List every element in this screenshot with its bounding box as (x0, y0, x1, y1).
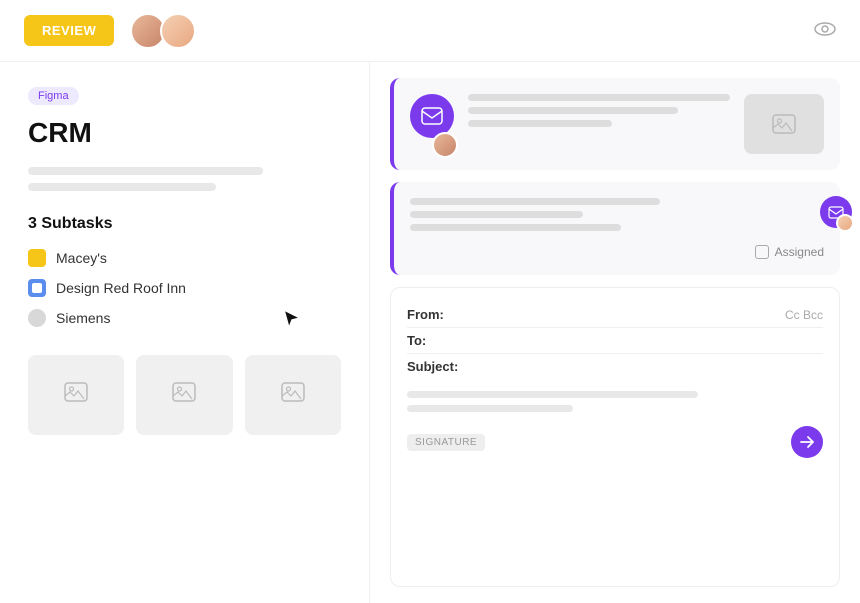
compose-body-line-2 (407, 405, 573, 412)
from-label: From: (407, 307, 467, 322)
email-line-1b (468, 107, 678, 114)
email-lines-1 (468, 94, 730, 127)
description-lines (28, 167, 341, 191)
left-panel: Figma CRM 3 Subtasks Macey's Design Red … (0, 62, 370, 603)
email2-line-3 (410, 224, 621, 231)
compose-subject-field[interactable]: Subject: (407, 354, 823, 379)
subtask-icon-blue (28, 279, 46, 297)
compose-area: From: Cc Bcc To: Subject: SIGNATURE (390, 287, 840, 587)
email-card-1 (390, 78, 840, 170)
image-icon-2 (172, 382, 196, 408)
compose-body-line-1 (407, 391, 698, 398)
image-grid (28, 355, 341, 435)
desc-line-1 (28, 167, 263, 175)
send-button[interactable] (791, 426, 823, 458)
subtask-item-redroof[interactable]: Design Red Roof Inn (28, 279, 341, 297)
avatar-2 (160, 13, 196, 49)
subject-label: Subject: (407, 359, 467, 374)
image-icon-1 (64, 382, 88, 408)
eye-icon[interactable] (814, 20, 836, 41)
subtask-icon-yellow (28, 249, 46, 267)
assigned-checkbox[interactable] (755, 245, 769, 259)
email2-line-1 (410, 198, 660, 205)
header: REVIEW (0, 0, 860, 62)
email2-avatar-photo (836, 214, 854, 232)
figma-badge: Figma (28, 87, 79, 105)
subtask-label-siemens: Siemens (56, 310, 110, 326)
image-icon-3 (281, 382, 305, 408)
subtask-item-siemens[interactable]: Siemens (28, 309, 341, 327)
desc-line-2 (28, 183, 216, 191)
email-line-1a (468, 94, 730, 101)
email-avatar-photo-1 (432, 132, 458, 158)
subtask-icon-gray (28, 309, 46, 327)
assigned-label: Assigned (775, 245, 824, 259)
compose-from-field: From: Cc Bcc (407, 302, 823, 328)
subtask-label-maceys: Macey's (56, 250, 107, 266)
signature-badge: SIGNATURE (407, 434, 485, 451)
subtask-label-redroof: Design Red Roof Inn (56, 280, 186, 296)
compose-footer: SIGNATURE (407, 426, 823, 458)
header-left: REVIEW (24, 13, 196, 49)
email-content-1 (468, 94, 730, 154)
project-title: CRM (28, 117, 341, 149)
email-image-1 (744, 94, 824, 154)
main: Figma CRM 3 Subtasks Macey's Design Red … (0, 62, 860, 603)
email2-avatar-wrap (820, 196, 852, 228)
subtasks-heading: 3 Subtasks (28, 215, 341, 233)
avatar-group (130, 13, 196, 49)
image-card-3 (245, 355, 341, 435)
compose-to-field[interactable]: To: (407, 328, 823, 354)
compose-body (407, 391, 823, 412)
email-card-2: Assigned (390, 182, 840, 275)
subtask-list: Macey's Design Red Roof Inn Siemens (28, 249, 341, 327)
assigned-row: Assigned (410, 245, 824, 259)
email-card-2-inner: Assigned (410, 198, 824, 259)
image-card-2 (136, 355, 232, 435)
image-card-1 (28, 355, 124, 435)
cc-bcc-label[interactable]: Cc Bcc (785, 308, 823, 322)
review-button[interactable]: REVIEW (24, 15, 114, 46)
right-panel: Assigned From: Cc Bcc To: (370, 62, 860, 603)
email2-line-2 (410, 211, 583, 218)
subtask-item-maceys[interactable]: Macey's (28, 249, 341, 267)
email-avatar-wrap-1 (410, 94, 454, 154)
to-label: To: (407, 333, 467, 348)
email-line-1c (468, 120, 612, 127)
